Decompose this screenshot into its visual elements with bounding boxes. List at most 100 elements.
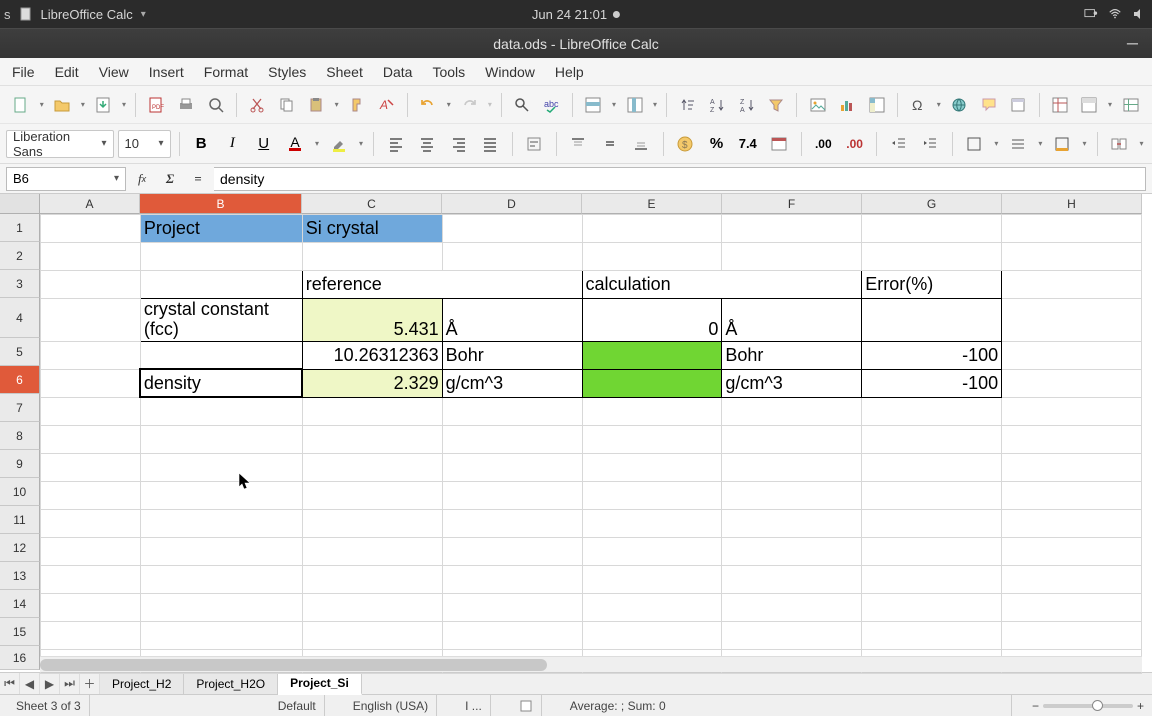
cell-D8[interactable] bbox=[442, 425, 582, 453]
add-decimal-button[interactable]: .00 bbox=[810, 130, 837, 158]
clear-format-button[interactable]: A bbox=[374, 91, 401, 119]
border-color-button[interactable] bbox=[1049, 130, 1076, 158]
cell-D7[interactable] bbox=[442, 397, 582, 425]
cell-G1[interactable] bbox=[862, 215, 1002, 243]
cell-B6[interactable]: density bbox=[140, 369, 302, 397]
align-center-button[interactable] bbox=[414, 130, 441, 158]
cell-G8[interactable] bbox=[862, 425, 1002, 453]
image-button[interactable] bbox=[804, 91, 831, 119]
row-header-7[interactable]: 7 bbox=[0, 394, 40, 422]
valign-top-button[interactable] bbox=[565, 130, 592, 158]
row-header-12[interactable]: 12 bbox=[0, 534, 40, 562]
cell-F8[interactable] bbox=[722, 425, 862, 453]
column-header-A[interactable]: A bbox=[40, 194, 140, 214]
border-style-button[interactable] bbox=[1005, 130, 1032, 158]
cell-H15[interactable] bbox=[1002, 621, 1142, 649]
chart-button[interactable] bbox=[834, 91, 861, 119]
cell-H8[interactable] bbox=[1002, 425, 1142, 453]
copy-button[interactable] bbox=[273, 91, 300, 119]
cell-B12[interactable] bbox=[140, 537, 302, 565]
row-header-6[interactable]: 6 bbox=[0, 366, 40, 394]
clone-format-button[interactable] bbox=[344, 91, 371, 119]
cell-G2[interactable] bbox=[862, 243, 1002, 271]
menu-sheet[interactable]: Sheet bbox=[316, 58, 373, 85]
cell-G7[interactable] bbox=[862, 397, 1002, 425]
cell-D13[interactable] bbox=[442, 565, 582, 593]
dropdown-icon[interactable]: ▾ bbox=[1137, 130, 1146, 158]
cell-A8[interactable] bbox=[41, 425, 141, 453]
save-button[interactable] bbox=[90, 91, 117, 119]
cell-B15[interactable] bbox=[140, 621, 302, 649]
underline-button[interactable]: U bbox=[250, 130, 277, 158]
cell-C2[interactable] bbox=[302, 243, 442, 271]
sum-button[interactable]: Σ bbox=[158, 167, 182, 191]
cell-E6[interactable] bbox=[582, 369, 722, 397]
cell-H2[interactable] bbox=[1002, 243, 1142, 271]
cell-B5[interactable] bbox=[140, 341, 302, 369]
split-button[interactable] bbox=[1076, 91, 1103, 119]
highlight-color-button[interactable] bbox=[325, 130, 352, 158]
status-lang[interactable]: English (USA) bbox=[345, 695, 437, 716]
cell-D5[interactable]: Bohr bbox=[442, 341, 582, 369]
undo-button[interactable] bbox=[415, 91, 442, 119]
currency-button[interactable]: $ bbox=[672, 130, 699, 158]
font-size-combo[interactable]: 10▾ bbox=[118, 130, 171, 158]
cell-H6[interactable] bbox=[1002, 369, 1142, 397]
cell-G12[interactable] bbox=[862, 537, 1002, 565]
zoom-slider[interactable]: −+ bbox=[1032, 699, 1144, 713]
row-header-2[interactable]: 2 bbox=[0, 242, 40, 270]
cell-D12[interactable] bbox=[442, 537, 582, 565]
cell-A13[interactable] bbox=[41, 565, 141, 593]
cell-D14[interactable] bbox=[442, 593, 582, 621]
clock[interactable]: Jun 24 21:01 bbox=[532, 7, 607, 22]
print-preview-button[interactable] bbox=[202, 91, 229, 119]
cell-C3[interactable]: reference bbox=[302, 271, 582, 299]
remove-decimal-button[interactable]: .00 bbox=[841, 130, 868, 158]
cell-A4[interactable] bbox=[41, 299, 141, 342]
cell-A12[interactable] bbox=[41, 537, 141, 565]
cell-E12[interactable] bbox=[582, 537, 722, 565]
cell-F2[interactable] bbox=[722, 243, 862, 271]
italic-button[interactable]: I bbox=[219, 130, 246, 158]
column-headers[interactable]: ABCDEFGH bbox=[40, 194, 1142, 214]
cell-C7[interactable] bbox=[302, 397, 442, 425]
cell-F5[interactable]: Bohr bbox=[722, 341, 862, 369]
cell-C9[interactable] bbox=[302, 453, 442, 481]
cell-A1[interactable] bbox=[41, 215, 141, 243]
dropdown-icon[interactable]: ▾ bbox=[486, 91, 495, 119]
row-header-15[interactable]: 15 bbox=[0, 618, 40, 646]
row-header-4[interactable]: 4 bbox=[0, 298, 40, 338]
menu-format[interactable]: Format bbox=[194, 58, 258, 85]
cell-H1[interactable] bbox=[1002, 215, 1142, 243]
status-summary[interactable]: Average: ; Sum: 0 bbox=[562, 695, 1012, 716]
cell-E15[interactable] bbox=[582, 621, 722, 649]
cell-E5[interactable] bbox=[582, 341, 722, 369]
cell-H13[interactable] bbox=[1002, 565, 1142, 593]
cell-E7[interactable] bbox=[582, 397, 722, 425]
redo-button[interactable] bbox=[456, 91, 483, 119]
minimize-button[interactable]: – bbox=[1127, 32, 1138, 55]
cell-F9[interactable] bbox=[722, 453, 862, 481]
align-right-button[interactable] bbox=[445, 130, 472, 158]
cell-E3[interactable]: calculation bbox=[582, 271, 862, 299]
row-headers[interactable]: 12345678910111213141516 bbox=[0, 214, 40, 670]
new-doc-button[interactable] bbox=[8, 91, 35, 119]
merge-cells-button[interactable] bbox=[1106, 130, 1133, 158]
row-header-1[interactable]: 1 bbox=[0, 214, 40, 242]
cell-F10[interactable] bbox=[722, 481, 862, 509]
cell-H9[interactable] bbox=[1002, 453, 1142, 481]
freeze-button[interactable] bbox=[1047, 91, 1074, 119]
cell-B1[interactable]: Project bbox=[140, 215, 302, 243]
function-wizard-button[interactable]: fx bbox=[130, 167, 154, 191]
cell-B14[interactable] bbox=[140, 593, 302, 621]
cell-B7[interactable] bbox=[140, 397, 302, 425]
autofilter-button[interactable]: ZA bbox=[733, 91, 760, 119]
export-pdf-button[interactable]: PDF bbox=[143, 91, 170, 119]
row-header-16[interactable]: 16 bbox=[0, 646, 40, 670]
column-header-E[interactable]: E bbox=[582, 194, 722, 214]
dropdown-icon[interactable]: ▾ bbox=[120, 91, 129, 119]
volume-icon[interactable] bbox=[1132, 7, 1146, 21]
cell-G13[interactable] bbox=[862, 565, 1002, 593]
cell-F1[interactable] bbox=[722, 215, 862, 243]
menu-view[interactable]: View bbox=[89, 58, 139, 85]
